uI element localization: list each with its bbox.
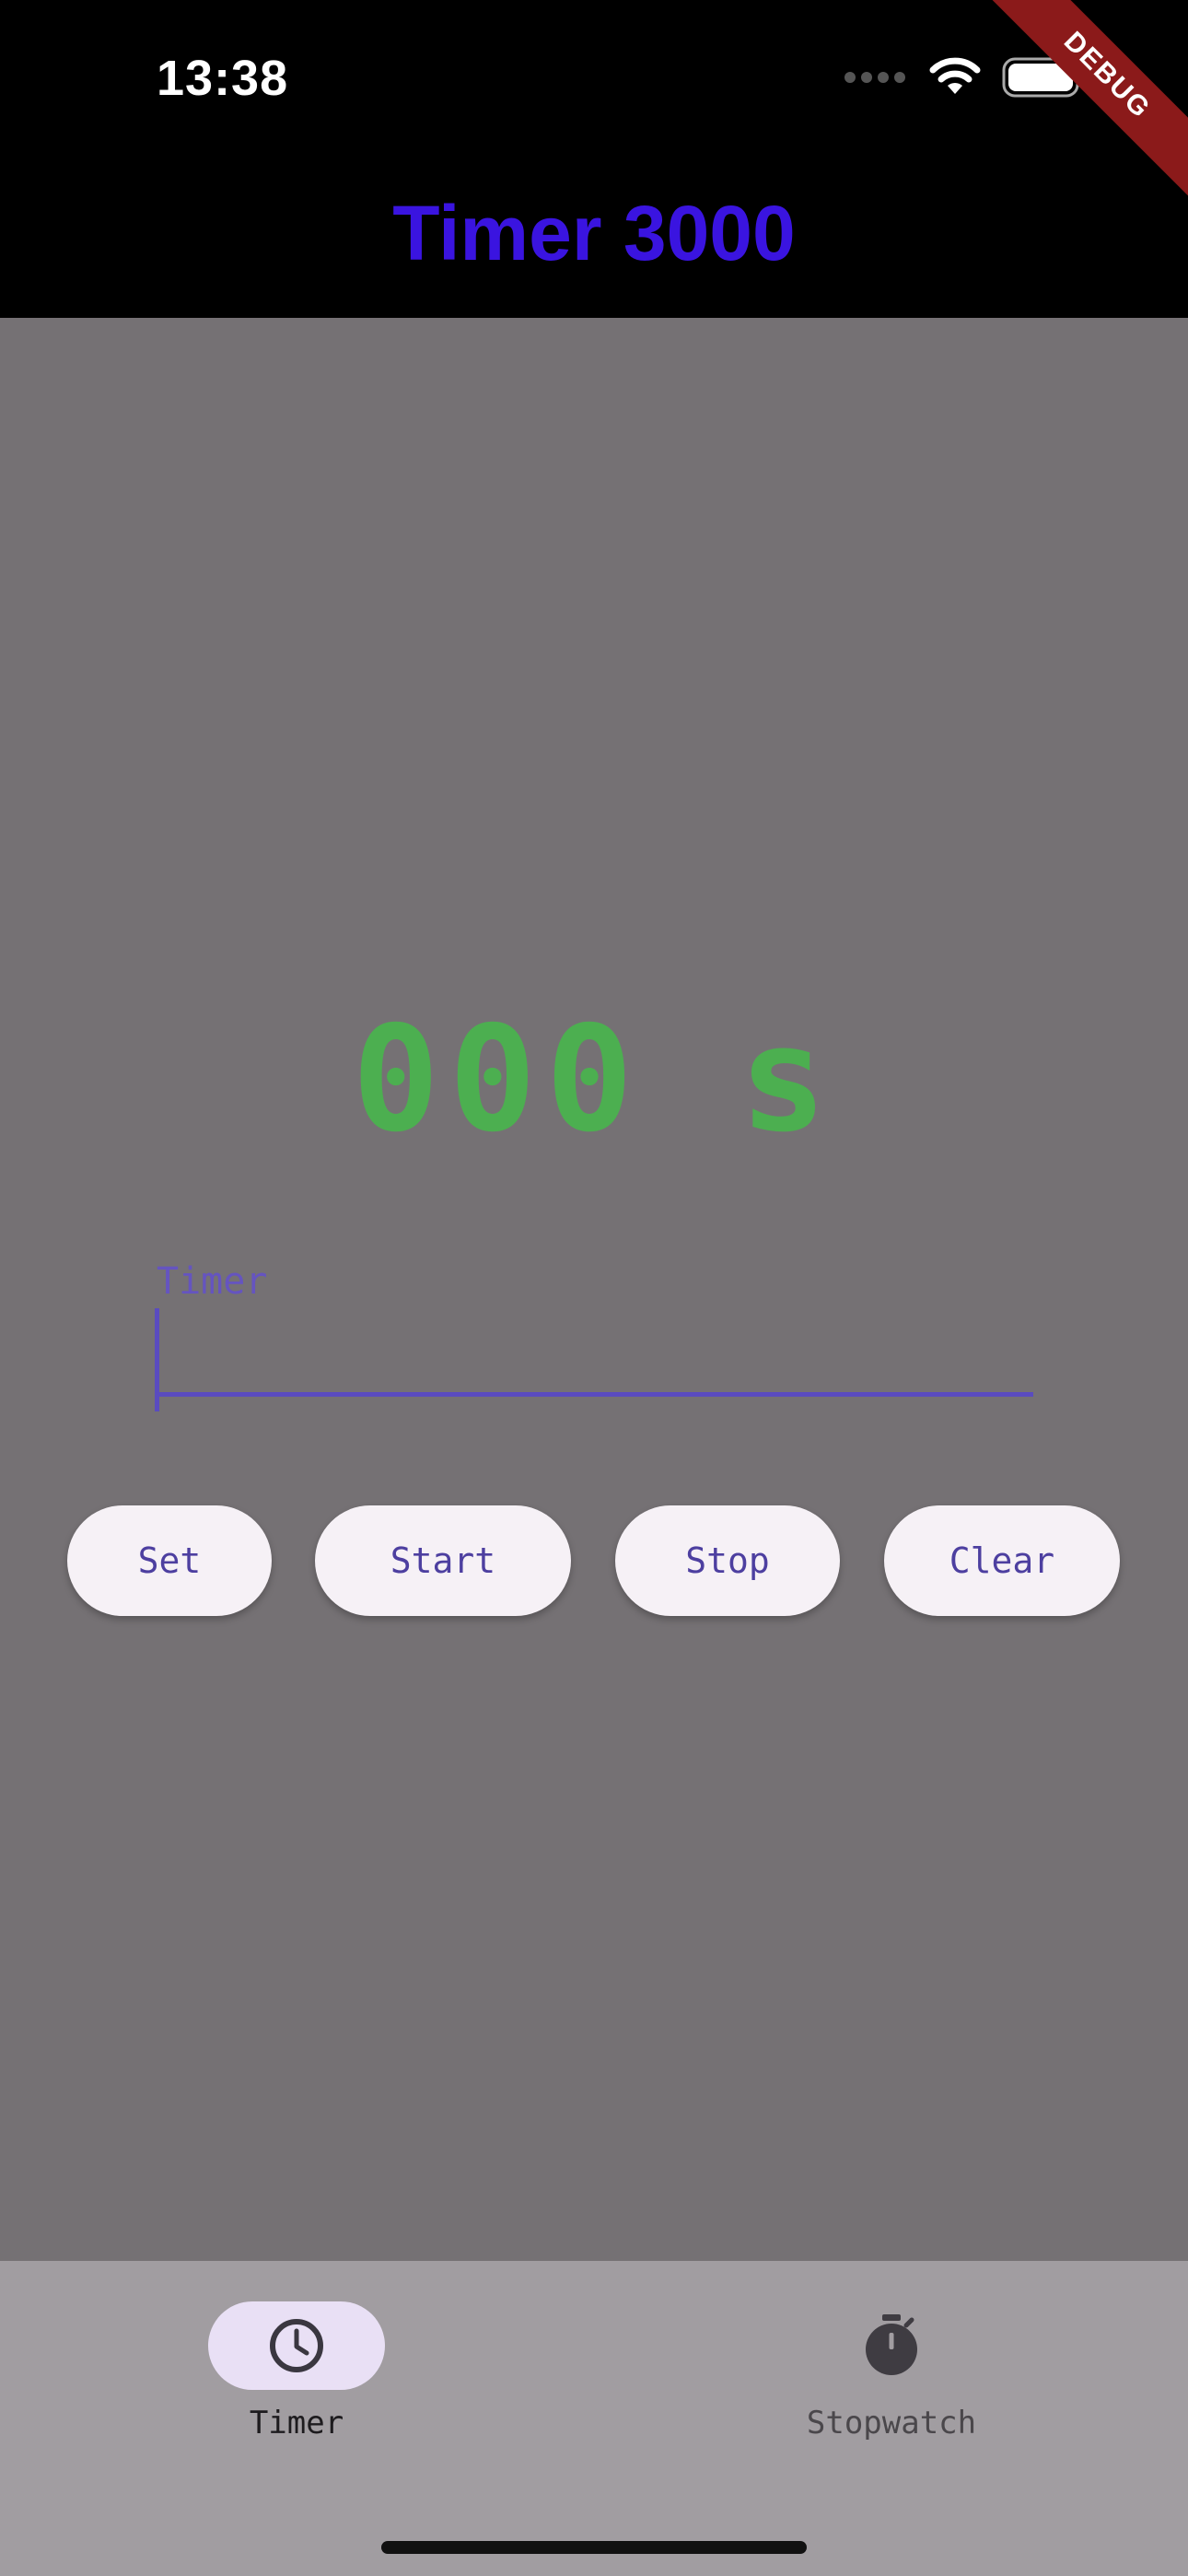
- set-button[interactable]: Set: [67, 1505, 272, 1616]
- nav-selected-indicator: [208, 2301, 385, 2390]
- stop-button[interactable]: Stop: [615, 1505, 840, 1616]
- timer-field[interactable]: Timer: [155, 1260, 1033, 1426]
- signal-icon: [844, 72, 905, 83]
- stopwatch-icon: [866, 2314, 917, 2375]
- app-screen: 13:38 Timer 3000 DEBUG 000 s Timer Set S…: [0, 0, 1188, 2576]
- home-indicator: [381, 2541, 807, 2554]
- nav-item-timer[interactable]: Timer: [112, 2301, 481, 2486]
- button-row: Set Start Stop Clear: [0, 1505, 1188, 1616]
- status-icons: [844, 57, 1087, 98]
- nav-item-stopwatch[interactable]: Stopwatch: [707, 2301, 1076, 2486]
- timer-input[interactable]: [155, 1305, 1033, 1397]
- app-title: Timer 3000: [392, 190, 796, 276]
- nav-label-timer: Timer: [249, 2405, 344, 2441]
- bottom-navigation: Timer Stopwatch: [0, 2261, 1188, 2576]
- timer-display: 000 s: [352, 995, 836, 1165]
- text-caret: [155, 1308, 159, 1411]
- clock-icon: [270, 2319, 323, 2372]
- timer-field-label: Timer: [157, 1260, 268, 1303]
- clear-button[interactable]: Clear: [884, 1505, 1120, 1616]
- debug-banner: DEBUG: [970, 0, 1188, 213]
- nav-label-stopwatch: Stopwatch: [806, 2405, 977, 2441]
- nav-pill: [803, 2301, 980, 2390]
- status-time: 13:38: [157, 51, 289, 106]
- wifi-icon: [929, 57, 981, 94]
- start-button[interactable]: Start: [315, 1505, 571, 1616]
- top-bar: 13:38 Timer 3000 DEBUG: [0, 0, 1188, 318]
